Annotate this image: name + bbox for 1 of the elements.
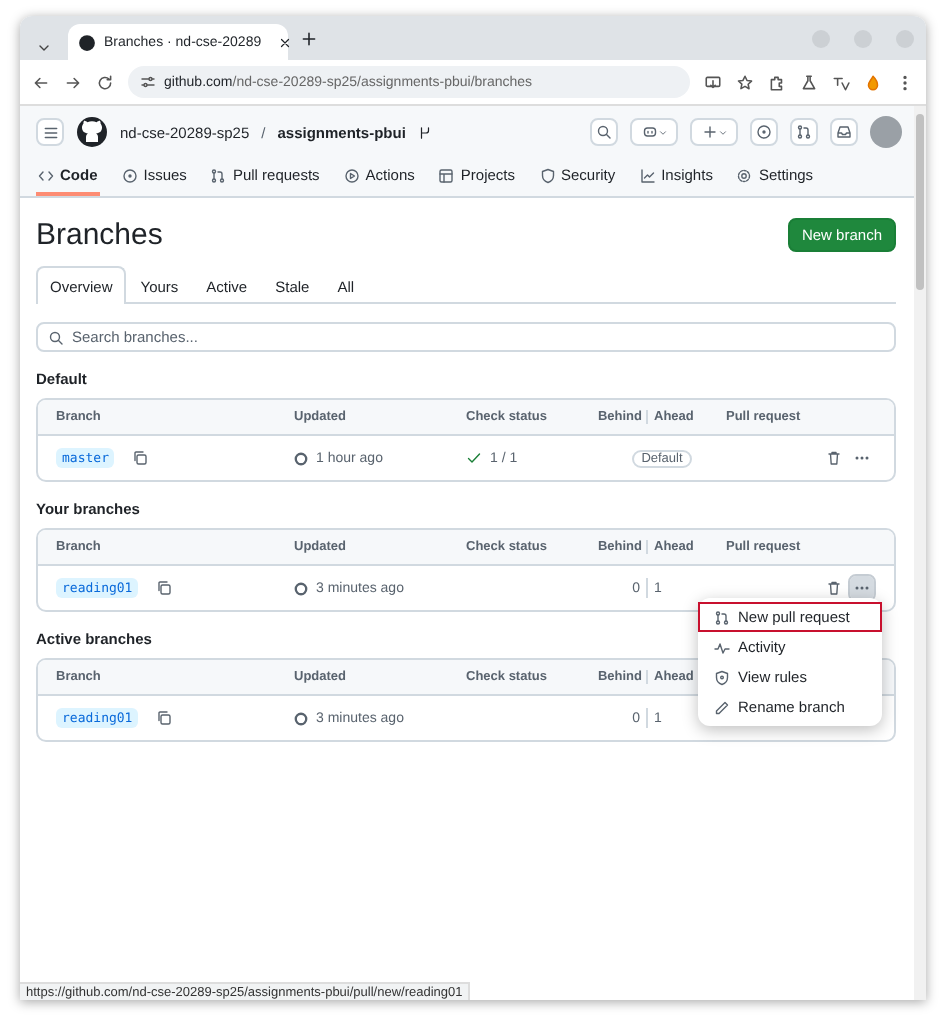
page-title: Branches <box>36 218 163 252</box>
